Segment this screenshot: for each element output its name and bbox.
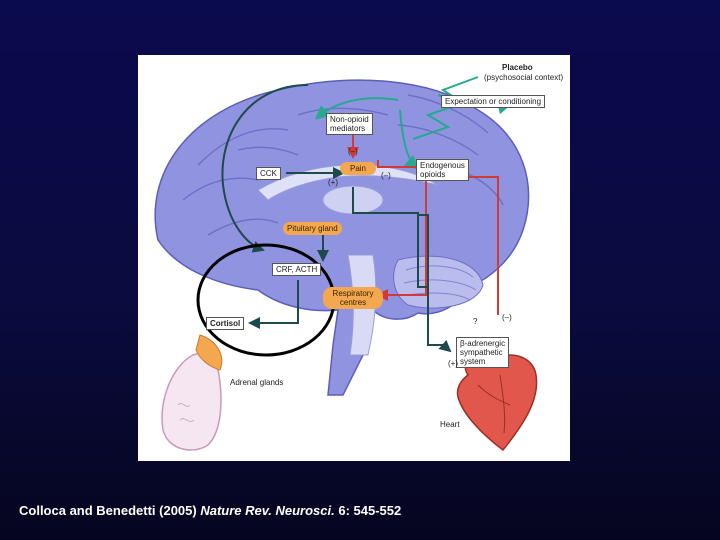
adrenal-glands-label: Adrenal glands xyxy=(230,378,284,387)
caption-authors: Colloca and Benedetti (2005) xyxy=(19,503,197,518)
crf-acth-box: CRF, ACTH xyxy=(272,263,322,276)
question-mark: ? xyxy=(473,317,478,326)
sign-minus-right: (–) xyxy=(381,171,391,180)
sign-minus-top: (–) xyxy=(348,147,358,156)
respiratory-centres-pill: Respiratory centres xyxy=(323,287,383,309)
psychosocial-label: (psychosocial context) xyxy=(484,73,564,82)
pituitary-pill: Pituitary gland xyxy=(283,222,342,235)
non-opioid-box: Non-opioid mediators xyxy=(326,113,373,135)
sign-plus-beta: (+) xyxy=(448,359,458,368)
sign-minus-heart: (–) xyxy=(502,313,512,322)
heart-shape xyxy=(456,354,538,452)
beta-line2: sympathetic xyxy=(460,348,503,357)
cck-box: CCK xyxy=(256,167,281,180)
pain-pill: Pain xyxy=(340,162,376,175)
sign-plus-left: (+) xyxy=(328,178,338,187)
beta-adrenergic-box: β-adrenergic sympathetic system xyxy=(456,337,510,368)
respiratory-line1: Respiratory xyxy=(332,289,374,298)
adrenal-gland-shape xyxy=(161,352,222,451)
placebo-label: Placebo xyxy=(502,63,533,72)
endogenous-line1: Endogenous xyxy=(420,161,465,170)
endogenous-line2: opioids xyxy=(420,170,446,179)
caption-citation: 6: 545-552 xyxy=(338,503,402,518)
caption-journal: Nature Rev. Neurosci. xyxy=(200,503,335,518)
beta-line1: β-adrenergic xyxy=(460,339,506,348)
brain-diagram-figure: Placebo (psychosocial context) Expectati… xyxy=(138,55,570,461)
non-opioid-line1: Non-opioid xyxy=(330,115,369,124)
non-opioid-line2: mediators xyxy=(330,124,366,133)
expectation-box: Expectation or conditioning xyxy=(441,95,546,108)
citation-caption: Colloca and Benedetti (2005) Nature Rev.… xyxy=(19,503,401,518)
cortisol-box: Cortisol xyxy=(206,317,245,330)
beta-line3: system xyxy=(460,357,486,366)
endogenous-opioids-box: Endogenous opioids xyxy=(416,159,469,181)
respiratory-line2: centres xyxy=(339,298,367,307)
heart-label: Heart xyxy=(440,420,460,429)
